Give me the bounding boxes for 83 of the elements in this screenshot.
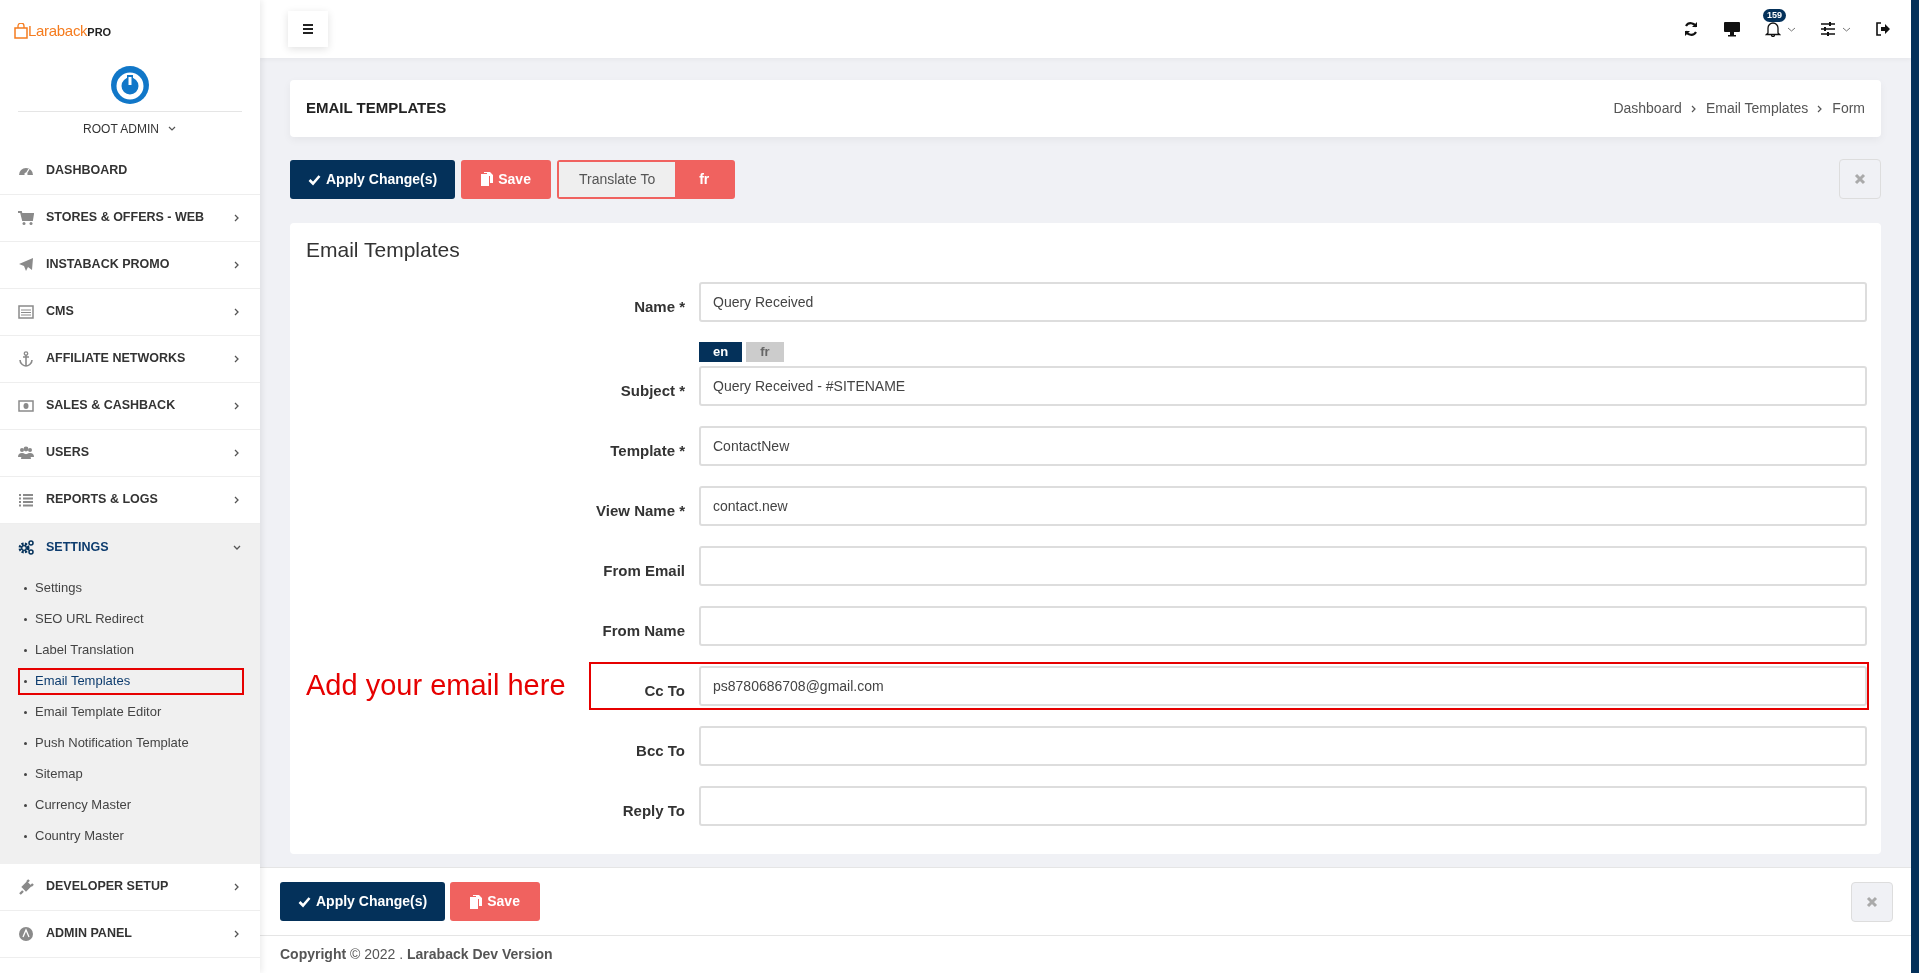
circle-icon: [18, 925, 34, 942]
input-field[interactable]: [699, 786, 1867, 827]
sidebar-item[interactable]: REPORTS & LOGS: [0, 476, 260, 524]
copyright-text: Copyright © 2022 . Laraback Dev Version: [280, 945, 553, 964]
list-icon: [18, 491, 34, 508]
sidebar-item[interactable]: CMS: [0, 288, 260, 336]
submenu-item[interactable]: Push Notification Template: [18, 729, 244, 757]
submenu-item[interactable]: Email Template Editor: [18, 698, 244, 726]
sidebar-item[interactable]: INSTABACK PROMO: [0, 241, 260, 289]
field-label: From Email: [602, 560, 686, 581]
field-label: Cc To: [643, 680, 686, 701]
monitor-button[interactable]: [1723, 21, 1741, 37]
field-label: Subject *: [619, 380, 686, 401]
refresh-icon: [1683, 21, 1699, 37]
refresh-button[interactable]: [1683, 21, 1699, 37]
field-label: Template *: [609, 440, 686, 461]
document-icon: [470, 894, 483, 909]
cart-icon: [18, 209, 34, 226]
submenu-item[interactable]: Sitemap: [18, 760, 244, 788]
page-title: EMAIL TEMPLATES: [306, 98, 447, 119]
input-field[interactable]: ContactNew: [699, 426, 1867, 467]
submenu-item[interactable]: Country Master: [18, 822, 244, 850]
field-label: Reply To: [621, 800, 686, 821]
monitor-icon: [1723, 21, 1741, 37]
list-window-icon: [18, 303, 34, 320]
breadcrumb-link[interactable]: Dashboard: [1613, 98, 1682, 119]
sidebar-item[interactable]: AFFILIATE NETWORKS: [0, 335, 260, 383]
breadcrumb-current: Form: [1832, 99, 1865, 118]
notifications-button[interactable]: [1765, 21, 1796, 37]
apply-button[interactable]: Apply Change(s): [290, 159, 456, 199]
field-label: From Name: [601, 620, 686, 641]
gears-icon: [18, 539, 34, 555]
form-title: Email Templates: [306, 237, 461, 263]
menu-icon: [302, 23, 314, 35]
translate-label: Translate To: [558, 161, 676, 197]
sliders-icon: [1820, 21, 1836, 37]
close-icon: [1866, 895, 1878, 908]
submenu-item[interactable]: Currency Master: [18, 791, 244, 819]
input-field[interactable]: Query Received - #SITENAME: [699, 366, 1867, 407]
bell-icon: [1765, 21, 1781, 37]
notification-badge: 159: [1763, 9, 1787, 22]
close-icon: [1854, 173, 1866, 185]
airplane-icon: [18, 256, 34, 273]
document-icon: [481, 172, 494, 186]
language-tab[interactable]: en: [699, 342, 743, 363]
logo: LarabackPRO: [28, 21, 112, 41]
input-field[interactable]: [699, 606, 1867, 647]
sidebar-item[interactable]: USERS: [0, 429, 260, 477]
apply-button[interactable]: Apply Change(s): [280, 882, 446, 921]
field-label: View Name *: [595, 500, 686, 521]
input-field[interactable]: [699, 546, 1867, 587]
breadcrumb-link[interactable]: Email Templates: [1705, 98, 1809, 119]
check-icon: [298, 895, 311, 908]
banknote-icon: [18, 397, 34, 414]
settings-button[interactable]: [1820, 21, 1851, 37]
anchor-icon: [18, 350, 34, 367]
input-field[interactable]: [699, 726, 1867, 767]
users-icon: [18, 444, 34, 461]
chevron-right-icon: [1689, 104, 1698, 113]
sidebar-item[interactable]: DASHBOARD: [0, 147, 260, 195]
power-avatar-icon: [110, 64, 150, 105]
logout-button[interactable]: [1875, 21, 1891, 37]
submenu-item[interactable]: SEO URL Redirect: [18, 605, 244, 633]
input-field[interactable]: ps8780686708@gmail.com: [699, 666, 1867, 707]
field-label: Bcc To: [635, 740, 686, 761]
language-tab[interactable]: fr: [746, 342, 784, 363]
input-field[interactable]: contact.new: [699, 486, 1867, 527]
submenu-item[interactable]: Email Templates: [18, 667, 244, 695]
submenu-item[interactable]: Label Translation: [18, 636, 244, 664]
menu-button[interactable]: [288, 11, 328, 47]
sign-out-icon: [1875, 21, 1891, 37]
user-name[interactable]: ROOT ADMIN: [83, 119, 159, 138]
sidebar-item[interactable]: SALES & CASHBACK: [0, 382, 260, 430]
sidebar-item[interactable]: STORES & OFFERS - WEB: [0, 194, 260, 242]
check-icon: [308, 172, 321, 186]
submenu-item[interactable]: Settings: [18, 574, 244, 602]
annotation-text: Add your email here: [306, 668, 567, 704]
plug-icon: [18, 878, 34, 895]
shopping-bag-icon: [14, 23, 28, 40]
sidebar-item[interactable]: SETTINGS: [0, 523, 260, 571]
sidebar-item[interactable]: ADMIN PANEL: [0, 910, 260, 958]
input-field[interactable]: Query Received: [699, 282, 1867, 323]
field-label: Name *: [633, 296, 686, 317]
